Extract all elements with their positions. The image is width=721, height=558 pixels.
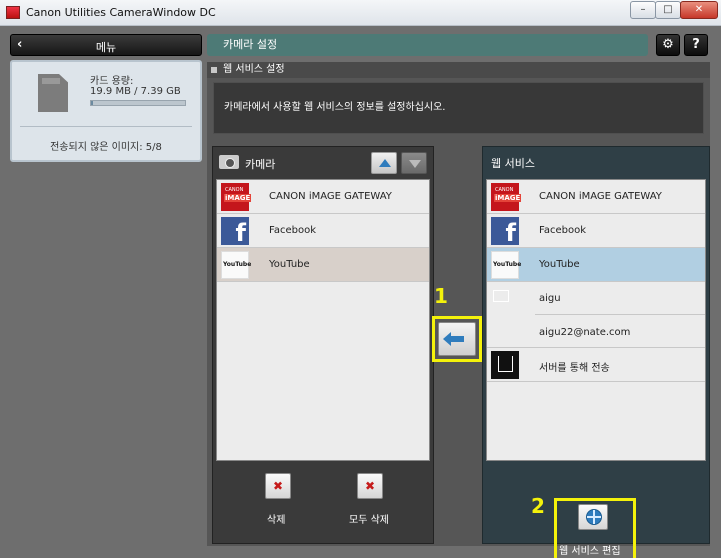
delete-label: 삭제 <box>267 515 286 526</box>
email-item[interactable]: aigu aigu22@nate.com <box>487 282 705 348</box>
web-service-label: Facebook <box>539 225 586 236</box>
web-service-list[interactable]: CANON iMAGE GATEWAY Facebook YouTube aig… <box>486 179 706 461</box>
card-info-panel: 카드 용량: 19.9 MB / 7.39 GB 전송되지 않은 이미지: 5/… <box>10 60 202 162</box>
app-area: ‹ 메뉴 카드 용량: 19.9 MB / 7.39 GB 전송되지 않은 이미… <box>0 26 721 558</box>
web-service-label: YouTube <box>539 259 580 270</box>
youtube-icon <box>221 251 251 279</box>
download-icon <box>491 351 519 379</box>
section-title: 웹 서비스 설정 <box>223 64 285 75</box>
arrow-up-icon <box>379 159 391 167</box>
card-capacity-fill <box>91 101 93 105</box>
app-icon <box>6 6 20 19</box>
camera-title: 카메라 <box>245 158 276 171</box>
arrow-left-icon <box>443 332 464 346</box>
camera-service-label: CANON iMAGE GATEWAY <box>269 191 392 202</box>
server-transfer-item[interactable]: 서버를 통해 전송 <box>487 348 705 382</box>
web-service-item[interactable]: CANON iMAGE GATEWAY <box>487 180 705 214</box>
help-button[interactable]: ? <box>684 34 708 56</box>
globe-icon <box>586 509 602 525</box>
web-service-item[interactable]: Facebook <box>487 214 705 248</box>
email-address: aigu22@nate.com <box>539 327 631 338</box>
sd-card-icon <box>38 74 68 112</box>
camera-header: 카메라 <box>213 147 433 177</box>
facebook-icon <box>491 217 519 247</box>
edit-web-services-button[interactable] <box>578 504 608 530</box>
delete-all-label: 모두 삭제 <box>349 515 389 526</box>
card-capacity-bar <box>90 100 186 106</box>
camera-service-label: YouTube <box>269 259 310 270</box>
youtube-icon <box>491 251 521 279</box>
divider <box>535 314 705 315</box>
web-service-item-selected[interactable]: YouTube <box>487 248 705 282</box>
callout-1: 1 <box>434 284 448 308</box>
divider <box>20 126 192 127</box>
card-capacity-value: 19.9 MB / 7.39 GB <box>90 86 181 97</box>
arrow-down-icon <box>409 160 421 168</box>
gear-icon: ⚙ <box>662 37 674 52</box>
camera-icon <box>219 155 239 169</box>
section-header: 웹 서비스 설정 <box>207 62 710 78</box>
camera-service-list[interactable]: CANON iMAGE GATEWAY Facebook YouTube <box>216 179 430 461</box>
settings-button[interactable]: ⚙ <box>656 34 680 56</box>
camera-service-label: Facebook <box>269 225 316 236</box>
maximize-button[interactable]: □ <box>655 1 681 19</box>
title-bar: Canon Utilities CameraWindow DC – □ ✕ <box>0 0 721 26</box>
delete-icon: ✖ <box>272 479 284 493</box>
camera-service-item-selected[interactable]: YouTube <box>217 248 429 282</box>
edit-web-services-label: 웹 서비스 편집 <box>559 546 621 557</box>
bullet-icon <box>211 67 217 73</box>
facebook-icon <box>221 217 249 247</box>
move-up-button[interactable] <box>371 152 397 174</box>
minimize-button[interactable]: – <box>630 1 656 19</box>
callout-2: 2 <box>531 494 545 518</box>
web-service-settings-panel: 웹 서비스 설정 카메라에서 사용할 웹 서비스의 정보를 설정하십시오. 카메… <box>207 62 710 546</box>
delete-all-button[interactable]: ✖ <box>357 473 383 499</box>
menu-back-button[interactable]: ‹ 메뉴 <box>10 34 202 56</box>
canon-image-gateway-icon <box>221 183 252 211</box>
card-capacity-label: 카드 용량: <box>90 76 134 87</box>
web-service-label: CANON iMAGE GATEWAY <box>539 191 662 202</box>
web-service-column: 웹 서비스 CANON iMAGE GATEWAY Facebook YouTu… <box>482 146 710 544</box>
page-title: 카메라 설정 <box>207 34 648 56</box>
server-transfer-label: 서버를 통해 전송 <box>539 363 610 374</box>
web-service-title: 웹 서비스 <box>491 157 535 170</box>
menu-label: 메뉴 <box>95 41 117 54</box>
section-description: 카메라에서 사용할 웹 서비스의 정보를 설정하십시오. <box>213 82 704 134</box>
camera-column: 카메라 CANON iMAGE GATEWAY Facebook YouTube <box>212 146 434 544</box>
email-name: aigu <box>539 293 561 304</box>
window-title: Canon Utilities CameraWindow DC <box>26 6 216 19</box>
canon-image-gateway-icon <box>491 183 522 211</box>
camera-service-item[interactable]: CANON iMAGE GATEWAY <box>217 180 429 214</box>
unsent-images-count: 전송되지 않은 이미지: 5/8 <box>50 142 162 153</box>
camera-service-item[interactable]: Facebook <box>217 214 429 248</box>
move-down-button[interactable] <box>401 152 427 174</box>
delete-button[interactable]: ✖ <box>265 473 291 499</box>
close-button[interactable]: ✕ <box>680 1 718 19</box>
add-to-camera-button[interactable] <box>438 322 476 356</box>
delete-all-icon: ✖ <box>364 479 376 493</box>
